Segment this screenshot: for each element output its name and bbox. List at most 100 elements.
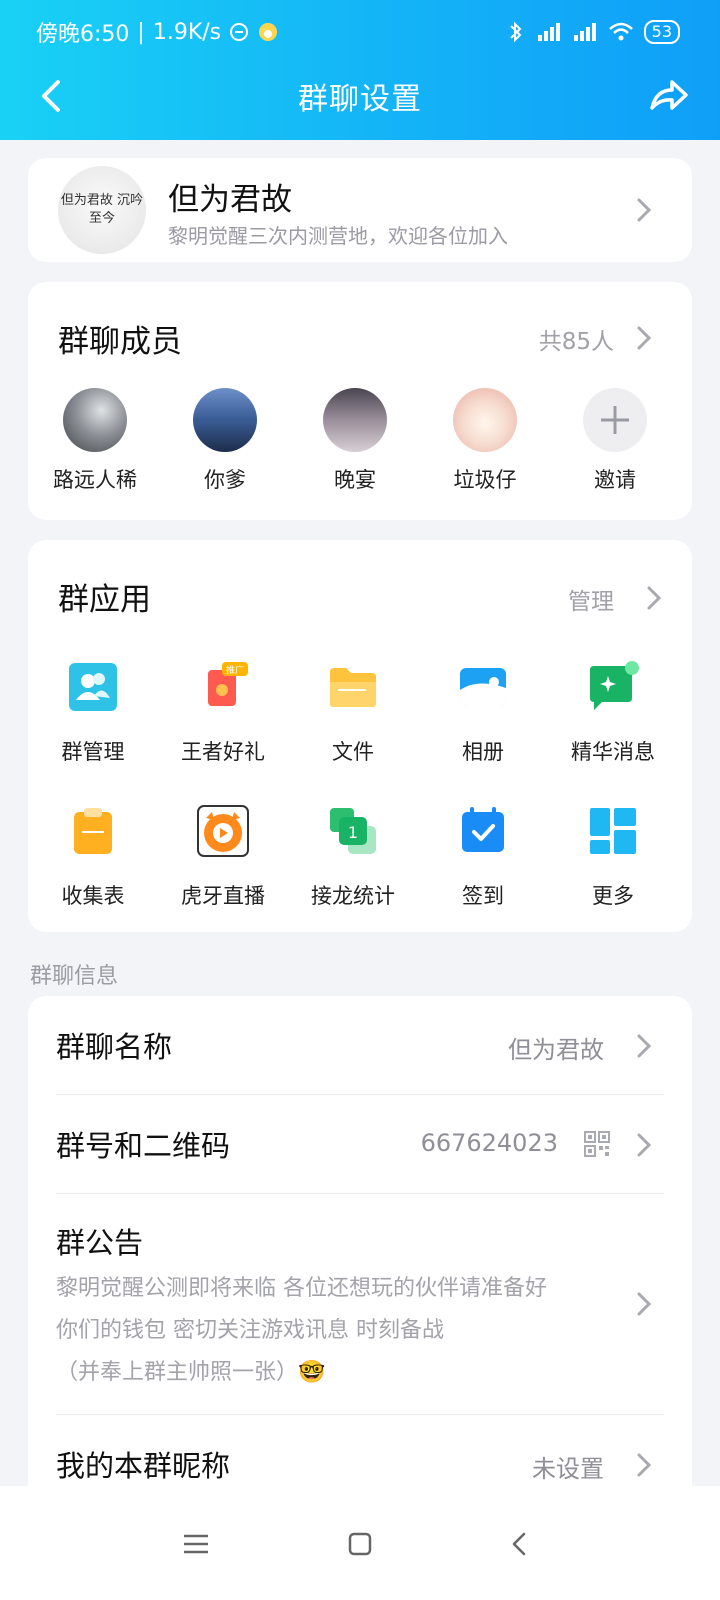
app-huya-live[interactable]: 虎牙直播 xyxy=(158,804,288,910)
page-title: 群聊设置 xyxy=(298,82,422,117)
add-icon xyxy=(583,388,647,452)
invite-button[interactable]: 邀请 xyxy=(550,388,680,494)
svg-text:1: 1 xyxy=(348,823,358,842)
nav-bar: 群聊设置 xyxy=(0,60,720,132)
signal-icon xyxy=(537,23,560,41)
chevron-right-icon[interactable] xyxy=(634,324,654,352)
member-item[interactable]: 垃圾仔 xyxy=(420,388,550,494)
members-title: 群聊成员 xyxy=(58,324,182,360)
member-avatar xyxy=(193,388,257,452)
member-item[interactable]: 路远人稀 xyxy=(30,388,160,494)
app-header: 傍晚6:50 | 1.9K/s 53 群聊设置 xyxy=(0,0,720,140)
group-name-row[interactable]: 群聊名称 但为君故 xyxy=(28,996,692,1094)
row-title: 群聊名称 xyxy=(56,1030,173,1064)
app-checkin[interactable]: 签到 xyxy=(418,804,548,910)
member-count[interactable]: 共85人 xyxy=(539,322,614,356)
app-label: 王者好礼 xyxy=(181,740,265,764)
app-album[interactable]: 相册 xyxy=(418,660,548,766)
wifi-icon xyxy=(608,22,633,41)
row-value: 未设置 xyxy=(532,1455,604,1483)
group-description: 黎明觉醒三次内测营地，欢迎各位加入 xyxy=(168,224,508,248)
qr-code-icon xyxy=(584,1131,610,1157)
group-number: 667624023 xyxy=(420,1129,558,1157)
member-avatar xyxy=(323,388,387,452)
group-avatar-calligraphy: 但为君故 沉吟至今 xyxy=(60,193,144,226)
chevron-right-icon[interactable] xyxy=(644,584,664,612)
group-apps-card: 群应用 管理 群管理 推广 王者好礼 文件 相册 精华消息 收集表 虎牙直播 1… xyxy=(28,540,692,932)
group-notice-row[interactable]: 群公告 黎明觉醒公测即将来临 各位还想玩的伙伴请准备好 你们的钱包 密切关注游戏… xyxy=(28,1194,692,1414)
chevron-right-icon xyxy=(637,1453,652,1477)
info-section-heading: 群聊信息 xyxy=(30,964,119,989)
row-title: 群号和二维码 xyxy=(56,1129,231,1163)
svg-text:推广: 推广 xyxy=(226,664,244,676)
bluetooth-icon xyxy=(509,21,522,43)
app-group-manage[interactable]: 群管理 xyxy=(28,660,158,766)
system-back-icon[interactable] xyxy=(500,1524,540,1564)
home-icon[interactable] xyxy=(340,1524,380,1564)
apps-manage-link[interactable]: 管理 xyxy=(568,582,614,616)
app-notification-icon xyxy=(259,23,278,41)
network-speed: 1.9K/s xyxy=(152,19,222,45)
group-name: 但为君故 xyxy=(168,182,292,218)
app-label: 签到 xyxy=(462,884,504,908)
folder-icon xyxy=(330,668,376,707)
members-card: 群聊成员 共85人 路远人稀 你爹 晚宴 垃圾仔 邀请 xyxy=(28,282,692,520)
member-item[interactable]: 你爹 xyxy=(160,388,290,494)
app-king-gift[interactable]: 推广 王者好礼 xyxy=(158,660,288,766)
app-label: 相册 xyxy=(462,740,504,764)
status-time: 傍晚6:50 xyxy=(36,22,130,47)
relay-count-icon: 1 xyxy=(330,808,376,854)
app-more[interactable]: 更多 xyxy=(548,804,678,910)
app-label: 文件 xyxy=(332,740,374,764)
member-avatar xyxy=(63,388,127,452)
share-icon[interactable] xyxy=(646,74,690,118)
system-nav-bar xyxy=(0,1486,720,1600)
huya-live-icon xyxy=(197,805,249,857)
app-label: 接龙统计 xyxy=(311,884,395,908)
group-manage-icon xyxy=(69,663,117,711)
app-label: 群管理 xyxy=(61,740,125,764)
menu-icon[interactable] xyxy=(176,1524,216,1564)
member-item[interactable]: 晚宴 xyxy=(290,388,420,494)
app-label: 收集表 xyxy=(61,884,125,908)
app-label: 更多 xyxy=(592,884,634,908)
apps-title: 群应用 xyxy=(58,582,151,618)
status-bar: 傍晚6:50 | 1.9K/s 53 xyxy=(36,14,680,50)
chevron-right-icon xyxy=(637,1292,652,1316)
row-title: 群公告 xyxy=(56,1226,144,1260)
app-label: 精华消息 xyxy=(571,740,655,764)
notice-line: 黎明觉醒公测即将来临 各位还想玩的伙伴请准备好 xyxy=(56,1276,547,1301)
app-files[interactable]: 文件 xyxy=(288,660,418,766)
clipboard-icon xyxy=(74,808,112,854)
back-arrow-icon[interactable] xyxy=(34,76,70,116)
chevron-right-icon xyxy=(637,1133,652,1157)
row-title: 我的本群昵称 xyxy=(56,1449,231,1483)
invite-label: 邀请 xyxy=(594,468,636,492)
app-label: 虎牙直播 xyxy=(181,884,265,908)
member-avatar xyxy=(453,388,517,452)
member-name: 你爹 xyxy=(204,468,246,492)
group-info-card: 群聊名称 但为君故 群号和二维码 667624023 群公告 黎明觉醒公测即将来… xyxy=(28,996,692,1516)
group-profile-card[interactable]: 但为君故 沉吟至今 但为君故 黎明觉醒三次内测营地，欢迎各位加入 xyxy=(28,158,692,262)
member-name: 晚宴 xyxy=(334,468,376,492)
checkin-icon xyxy=(462,807,504,852)
app-collect-form[interactable]: 收集表 xyxy=(28,804,158,910)
dnd-icon xyxy=(230,23,249,41)
essence-message-icon xyxy=(590,661,639,710)
signal-icon-2 xyxy=(573,23,596,41)
chevron-right-icon xyxy=(637,198,652,222)
app-relay-count[interactable]: 1 接龙统计 xyxy=(288,804,418,910)
notice-line: 你们的钱包 密切关注游戏讯息 时刻备战 xyxy=(56,1318,444,1343)
more-grid-icon xyxy=(590,808,636,854)
row-value: 但为君故 xyxy=(508,1036,604,1064)
app-essence-messages[interactable]: 精华消息 xyxy=(548,660,678,766)
notice-line: （并奉上群主帅照一张）🤓 xyxy=(56,1360,326,1385)
gift-icon: 推广 xyxy=(208,662,248,706)
member-name: 垃圾仔 xyxy=(453,468,517,492)
album-icon xyxy=(460,668,506,706)
chevron-right-icon xyxy=(637,1034,652,1058)
group-number-row[interactable]: 群号和二维码 667624023 xyxy=(28,1095,692,1193)
battery-indicator: 53 xyxy=(643,20,680,44)
group-avatar: 但为君故 沉吟至今 xyxy=(58,166,146,254)
member-name: 路远人稀 xyxy=(53,468,137,492)
